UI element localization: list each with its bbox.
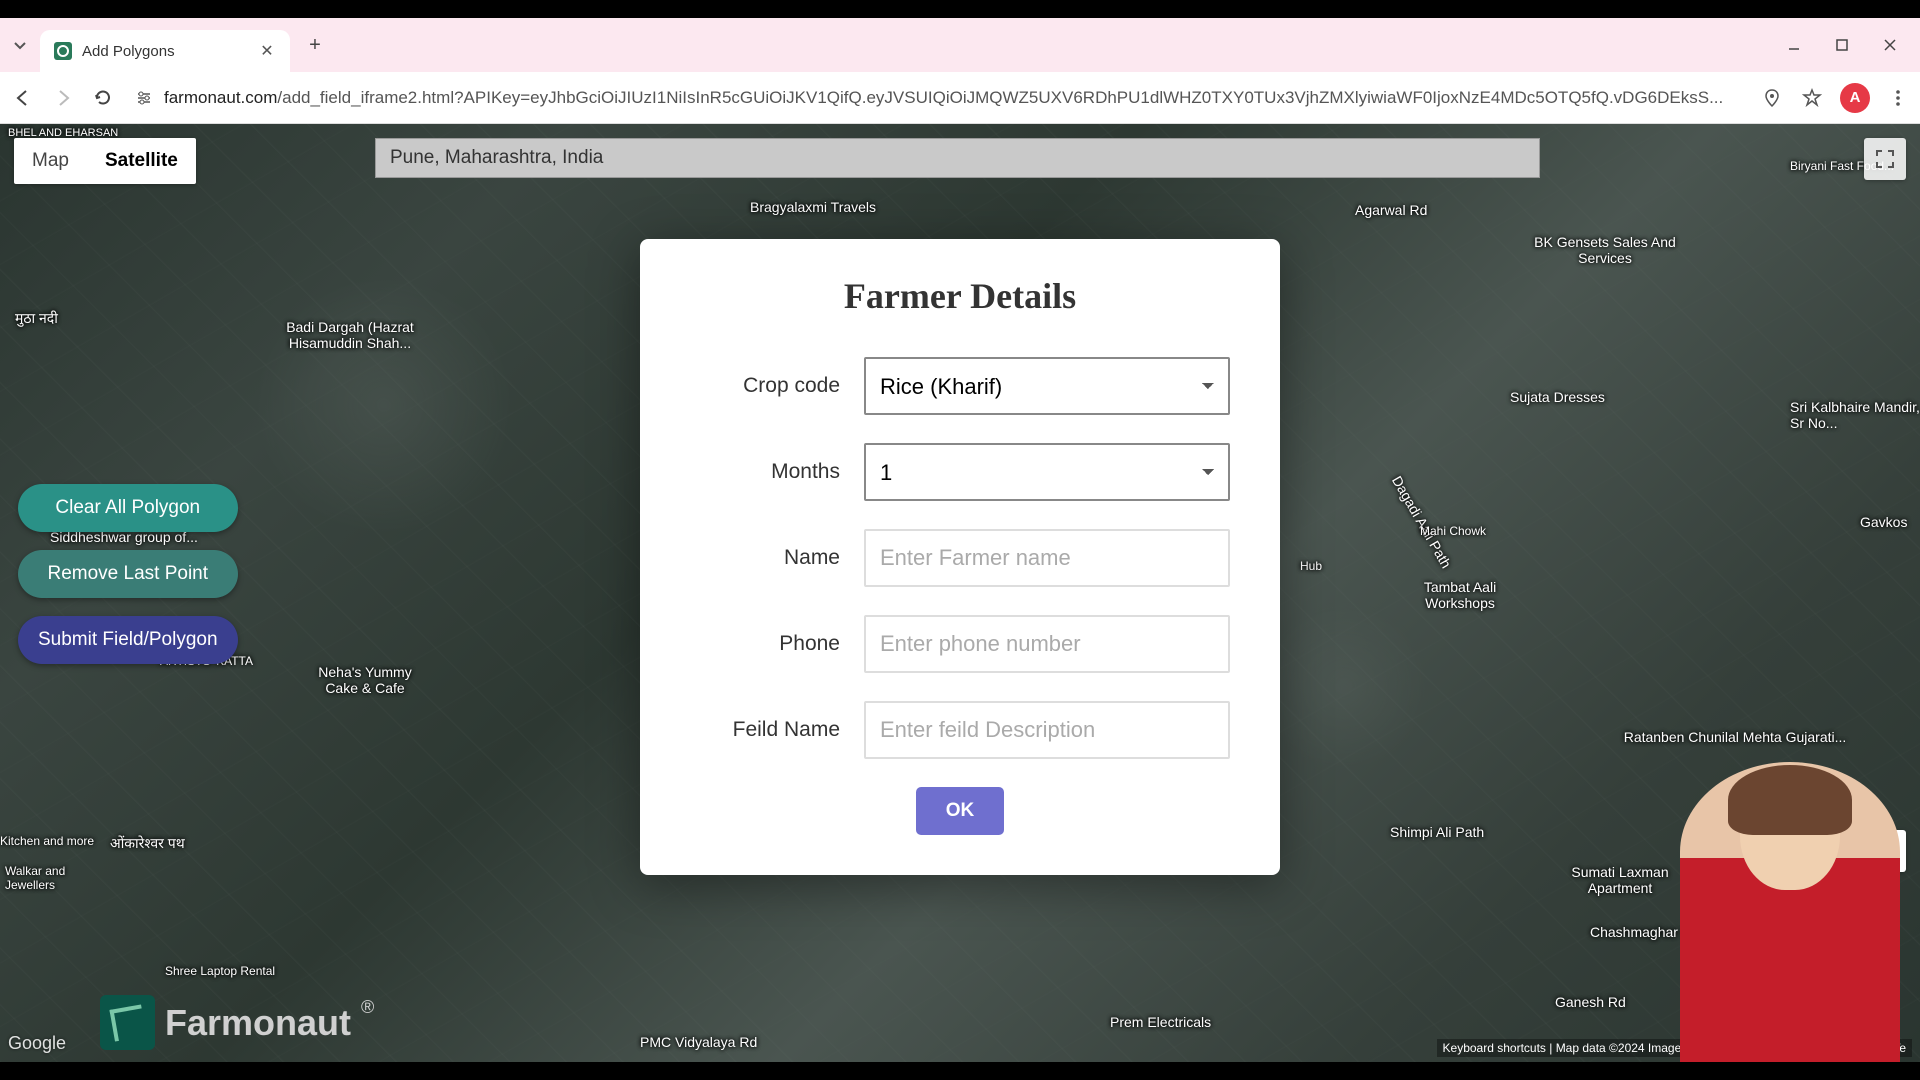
- farmonaut-logo-icon: [100, 995, 155, 1050]
- close-icon: [1883, 38, 1897, 52]
- submit-field-button[interactable]: Submit Field/Polygon: [18, 616, 238, 664]
- menu-button[interactable]: [1886, 86, 1910, 110]
- map-type-satellite[interactable]: Satellite: [87, 138, 196, 184]
- map-type-switcher: Map Satellite: [14, 138, 196, 184]
- arrow-right-icon: [53, 88, 73, 108]
- profile-badge[interactable]: A: [1840, 83, 1870, 113]
- maximize-button[interactable]: [1832, 35, 1852, 55]
- field-input[interactable]: [864, 701, 1230, 759]
- google-logo: Google: [8, 1033, 66, 1054]
- presenter-avatar: [1680, 762, 1900, 1062]
- tab-search-dropdown[interactable]: [8, 33, 32, 57]
- fullscreen-icon: [1875, 149, 1895, 169]
- back-button[interactable]: [10, 85, 36, 111]
- form-row-months: Months 1: [690, 443, 1230, 501]
- reload-icon: [93, 88, 113, 108]
- remove-point-button[interactable]: Remove Last Point: [18, 550, 238, 598]
- phone-input[interactable]: [864, 615, 1230, 673]
- tab-close-button[interactable]: ✕: [258, 42, 276, 60]
- presenter-head: [1740, 770, 1840, 890]
- ok-button[interactable]: OK: [916, 787, 1005, 835]
- minimize-icon: [1787, 38, 1801, 52]
- nav-right-icons: A: [1760, 83, 1910, 113]
- farmonaut-logo-text: Farmonaut: [165, 1002, 351, 1044]
- chevron-down-icon: [13, 38, 27, 52]
- bookmark-button[interactable]: [1800, 86, 1824, 110]
- location-button[interactable]: [1760, 86, 1784, 110]
- letterbox-bottom: [0, 1062, 1920, 1080]
- map-search-box[interactable]: [375, 138, 1540, 178]
- location-pin-icon: [1762, 88, 1782, 108]
- crop-code-select[interactable]: Rice (Kharif): [864, 357, 1230, 415]
- maximize-icon: [1835, 38, 1849, 52]
- star-icon: [1802, 88, 1822, 108]
- new-tab-button[interactable]: +: [300, 30, 330, 60]
- browser-nav-bar: farmonaut.com/add_field_iframe2.html?API…: [0, 72, 1920, 124]
- reload-button[interactable]: [90, 85, 116, 111]
- tune-icon: [135, 89, 153, 107]
- presenter-hair: [1728, 765, 1852, 835]
- map-search-input[interactable]: [390, 147, 1525, 169]
- side-buttons: Clear All Polygon Remove Last Point Subm…: [18, 484, 238, 664]
- form-row-name: Name: [690, 529, 1230, 587]
- window-controls: [1784, 35, 1912, 55]
- tab-favicon: [54, 42, 72, 60]
- viewport: Add Polygons ✕ + farmonaut.com/add_field…: [0, 18, 1920, 1062]
- tab-title: Add Polygons: [82, 43, 248, 60]
- arrow-left-icon: [13, 88, 33, 108]
- letterbox-top: [0, 0, 1920, 18]
- form-row-crop: Crop code Rice (Kharif): [690, 357, 1230, 415]
- clear-polygon-button[interactable]: Clear All Polygon: [18, 484, 238, 532]
- site-info-icon[interactable]: [134, 88, 154, 108]
- registered-symbol: ®: [361, 997, 374, 1018]
- browser-tab[interactable]: Add Polygons ✕: [40, 30, 290, 72]
- fullscreen-button[interactable]: [1864, 138, 1906, 180]
- kebab-icon: [1889, 89, 1907, 107]
- farmer-details-modal: Farmer Details Crop code Rice (Kharif) M…: [640, 239, 1280, 875]
- forward-button[interactable]: [50, 85, 76, 111]
- map-canvas[interactable]: BHEL AND EHARSAN Bragyalaxmi Travels Bad…: [0, 124, 1920, 1062]
- close-window-button[interactable]: [1880, 35, 1900, 55]
- map-type-map[interactable]: Map: [14, 138, 87, 184]
- name-input[interactable]: [864, 529, 1230, 587]
- phone-label: Phone: [690, 632, 840, 656]
- modal-title: Farmer Details: [690, 275, 1230, 317]
- name-label: Name: [690, 546, 840, 570]
- url-bar[interactable]: farmonaut.com/add_field_iframe2.html?API…: [130, 88, 1746, 108]
- browser-tab-bar: Add Polygons ✕ +: [0, 18, 1920, 72]
- form-row-phone: Phone: [690, 615, 1230, 673]
- months-label: Months: [690, 460, 840, 484]
- farmonaut-logo: Farmonaut ®: [100, 995, 374, 1050]
- form-row-field: Feild Name: [690, 701, 1230, 759]
- presenter-body: [1680, 762, 1900, 1062]
- field-name-label: Feild Name: [690, 718, 840, 742]
- minimize-button[interactable]: [1784, 35, 1804, 55]
- modal-footer: OK: [690, 787, 1230, 835]
- url-text: farmonaut.com/add_field_iframe2.html?API…: [164, 88, 1723, 108]
- months-select[interactable]: 1: [864, 443, 1230, 501]
- crop-code-label: Crop code: [690, 374, 840, 398]
